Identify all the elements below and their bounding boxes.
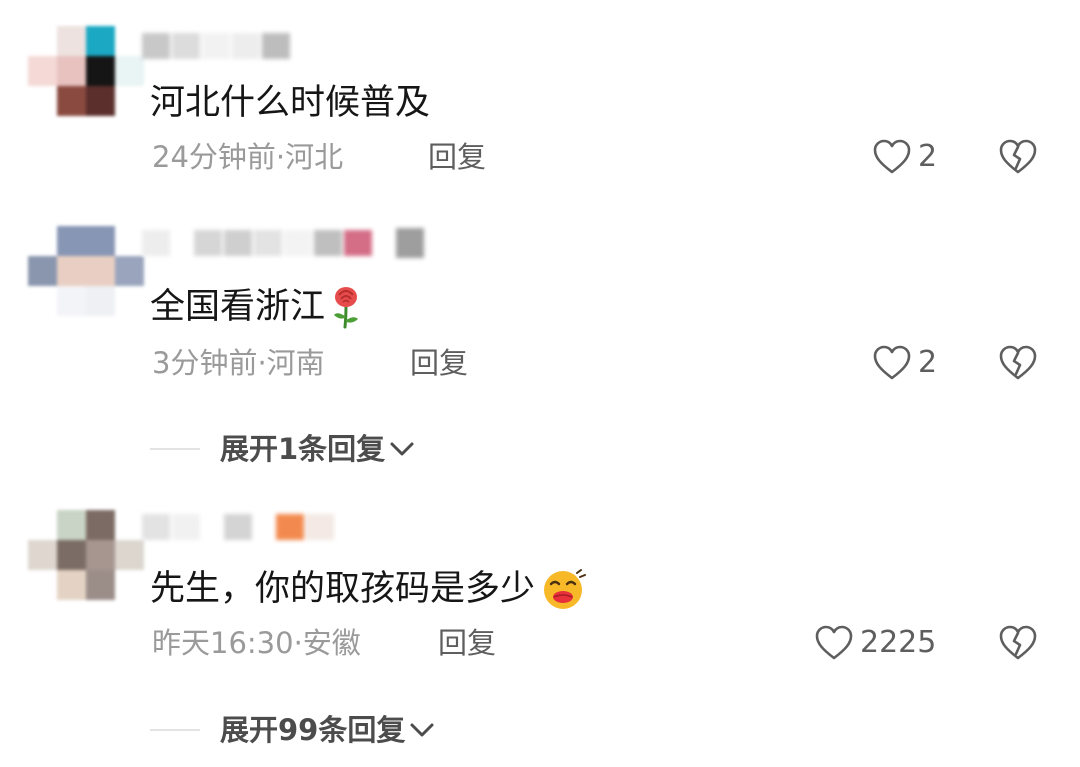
chevron-down-icon [410, 723, 434, 737]
dislike-button[interactable] [998, 344, 1038, 386]
broken-heart-icon [999, 625, 1037, 660]
reply-button[interactable]: 回复 [428, 137, 486, 177]
like-count: 2225 [860, 625, 937, 660]
username[interactable] [142, 513, 336, 541]
comment-text: 全国看浙江 [150, 285, 363, 329]
reply-button[interactable]: 回复 [438, 623, 496, 663]
like-count: 2 [918, 345, 938, 380]
like-count: 2 [918, 139, 938, 174]
rose-emoji-icon [334, 287, 359, 329]
expand-divider [150, 729, 200, 731]
comment-text: 河北什么时候普及 [150, 81, 430, 125]
comment-text: 先生，你的取孩码是多少 [150, 567, 587, 611]
reply-button[interactable]: 回复 [410, 343, 468, 383]
like-button[interactable]: 2 [872, 137, 937, 177]
expand-replies-label: 展开1条回复 [220, 432, 386, 466]
like-button[interactable]: 2225 [814, 623, 936, 663]
broken-heart-icon [999, 345, 1037, 380]
expand-divider [150, 448, 200, 450]
heart-outline-icon [873, 345, 911, 380]
heart-outline-icon [873, 139, 911, 174]
comment-meta: 昨天16:30·安徽 [152, 626, 361, 660]
avatar[interactable] [28, 226, 144, 316]
username[interactable] [142, 228, 426, 258]
dislike-button[interactable] [998, 138, 1038, 180]
expand-replies-button[interactable]: 展开1条回复 [150, 429, 415, 469]
avatar[interactable] [28, 510, 144, 600]
broken-heart-icon [999, 139, 1037, 174]
comment-meta: 24分钟前·河北 [152, 140, 344, 174]
avatar[interactable] [28, 26, 144, 116]
like-button[interactable]: 2 [872, 343, 937, 383]
comment-text-content: 先生，你的取孩码是多少 [150, 569, 536, 609]
username[interactable] [142, 32, 292, 60]
expand-replies-label: 展开99条回复 [220, 713, 406, 747]
chevron-down-icon [390, 442, 414, 456]
kissing-face-emoji-icon [544, 569, 587, 609]
heart-outline-icon [815, 625, 853, 660]
comment-meta: 3分钟前·河南 [152, 346, 325, 380]
comment-text-content: 全国看浙江 [150, 287, 326, 327]
comment-text-content: 河北什么时候普及 [150, 83, 431, 123]
expand-replies-button[interactable]: 展开99条回复 [150, 710, 435, 750]
dislike-button[interactable] [998, 624, 1038, 666]
